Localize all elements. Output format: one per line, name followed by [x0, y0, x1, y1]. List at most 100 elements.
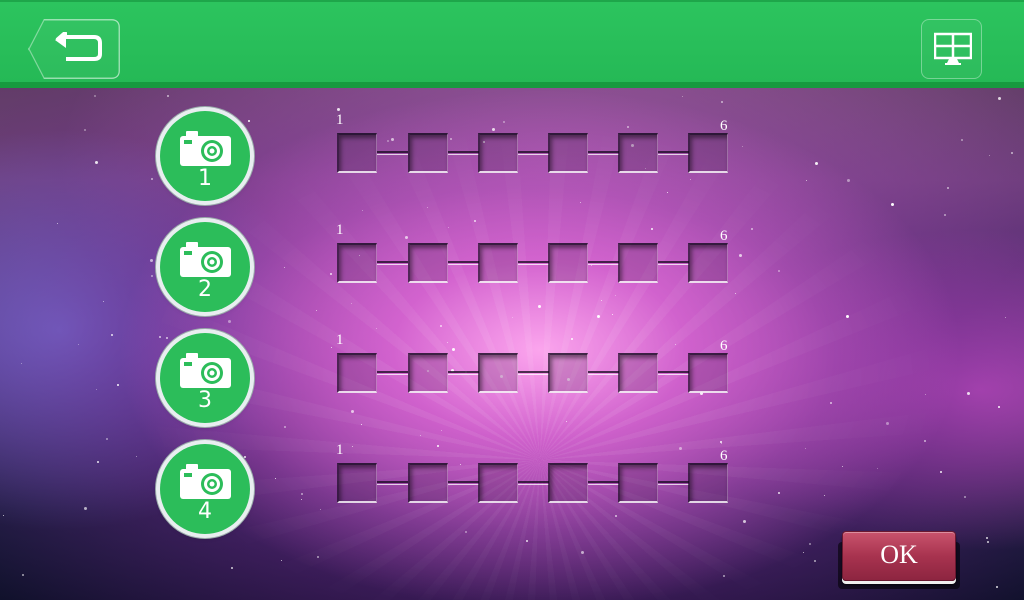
slot-connector — [658, 261, 689, 265]
slot[interactable] — [408, 463, 448, 503]
star — [106, 438, 108, 440]
star — [805, 448, 806, 449]
star — [998, 97, 1001, 100]
slot-connector — [518, 261, 549, 265]
star — [420, 435, 421, 436]
slot[interactable] — [337, 353, 377, 393]
star — [597, 315, 600, 318]
star — [166, 337, 168, 339]
slot[interactable] — [478, 463, 518, 503]
star — [228, 320, 231, 323]
slot-connector — [377, 261, 408, 265]
slot[interactable] — [478, 353, 518, 393]
row-start-label: 1 — [336, 442, 344, 458]
slot[interactable] — [618, 353, 658, 393]
camera-number: 2 — [198, 277, 212, 302]
camera-button-4[interactable]: 4 — [160, 444, 250, 534]
slot[interactable] — [337, 133, 377, 173]
star — [22, 574, 24, 576]
slot[interactable] — [688, 463, 728, 503]
star — [925, 394, 926, 395]
star — [1011, 152, 1013, 154]
star — [538, 305, 541, 308]
slot-connector — [588, 481, 619, 485]
camera-number: 3 — [198, 388, 212, 413]
slot[interactable] — [337, 463, 377, 503]
slot-connector — [377, 481, 408, 485]
slot-connector — [448, 371, 479, 375]
star — [351, 303, 352, 304]
slot-row-2: 1 6 — [336, 222, 736, 302]
star — [21, 363, 22, 364]
star — [316, 310, 317, 311]
slot[interactable] — [478, 133, 518, 173]
star — [742, 146, 743, 147]
star — [809, 543, 811, 545]
star — [97, 461, 99, 463]
slot-connector — [658, 481, 689, 485]
slot[interactable] — [337, 243, 377, 283]
slot[interactable] — [618, 133, 658, 173]
slot[interactable] — [618, 463, 658, 503]
star — [526, 540, 528, 542]
star — [743, 520, 746, 523]
star — [111, 334, 113, 336]
slot[interactable] — [478, 243, 518, 283]
row-end-label: 6 — [720, 338, 728, 354]
star — [830, 402, 832, 404]
row-start-label: 1 — [336, 222, 344, 238]
star — [284, 267, 285, 268]
slot[interactable] — [548, 243, 588, 283]
star — [967, 392, 970, 395]
slot[interactable] — [408, 133, 448, 173]
star — [964, 496, 966, 498]
star — [723, 575, 725, 577]
slot-connector — [377, 151, 408, 155]
star — [961, 139, 963, 141]
slot[interactable] — [618, 243, 658, 283]
grid-screen-icon — [934, 32, 972, 65]
back-arrow-icon — [55, 32, 102, 61]
slot[interactable] — [548, 353, 588, 393]
star — [924, 440, 926, 442]
slot[interactable] — [548, 463, 588, 503]
camera-button-2[interactable]: 2 — [160, 222, 250, 312]
star — [151, 275, 153, 277]
slot-connector — [658, 151, 689, 155]
star — [751, 228, 753, 230]
star — [512, 317, 513, 318]
star — [284, 426, 286, 428]
star — [441, 430, 442, 431]
star — [361, 424, 362, 425]
slot[interactable] — [688, 133, 728, 173]
star — [803, 552, 804, 553]
star — [612, 314, 613, 315]
star — [886, 422, 889, 425]
camera-button-1[interactable]: 1 — [160, 111, 250, 201]
row-end-label: 6 — [720, 118, 728, 134]
slot[interactable] — [548, 133, 588, 173]
star — [84, 129, 86, 131]
camera-button-3[interactable]: 3 — [160, 333, 250, 423]
screen-layout-button[interactable] — [921, 19, 982, 79]
row-end-label: 6 — [720, 448, 728, 464]
slot[interactable] — [408, 353, 448, 393]
star — [330, 273, 332, 275]
ok-button[interactable]: OK — [842, 531, 956, 581]
camera-icon — [180, 131, 231, 166]
row-start-label: 1 — [336, 112, 344, 128]
camera-icon — [180, 464, 231, 499]
star — [987, 541, 989, 543]
star — [667, 192, 668, 193]
slot[interactable] — [408, 243, 448, 283]
star — [566, 421, 567, 422]
star — [944, 214, 946, 216]
star — [136, 456, 137, 457]
star — [117, 384, 119, 386]
slot[interactable] — [688, 243, 728, 283]
star — [320, 509, 321, 510]
camera-icon — [180, 242, 231, 277]
slot[interactable] — [688, 353, 728, 393]
camera-icon — [180, 353, 231, 388]
row-end-label: 6 — [720, 228, 728, 244]
